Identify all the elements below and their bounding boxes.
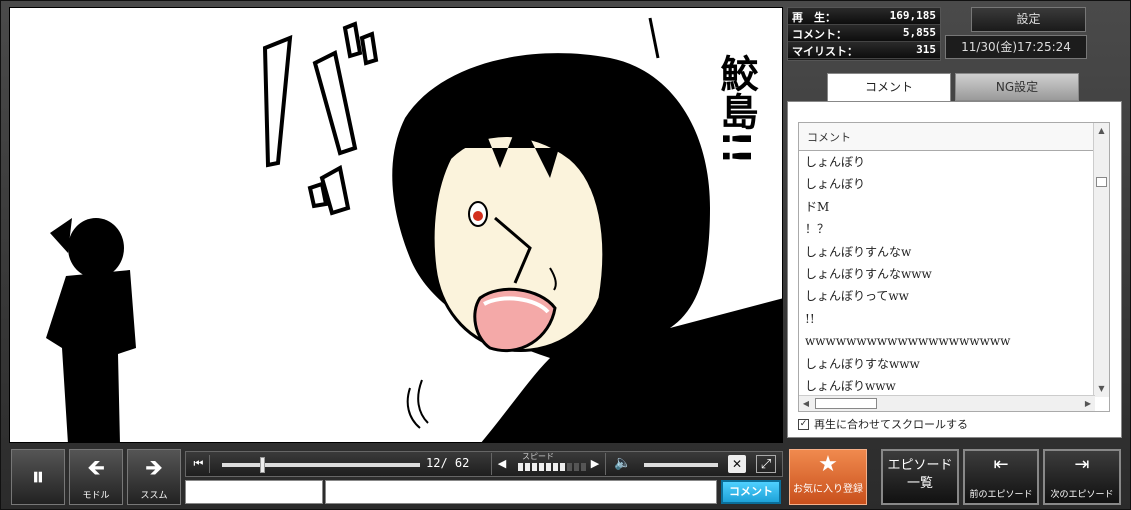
speed-bar (581, 463, 586, 471)
speed-bar (546, 463, 551, 471)
episode-list-label-2: 一覧 (906, 476, 933, 491)
comments-row: コメント： 5,855 (788, 25, 940, 42)
sync-scroll-checkbox[interactable]: ✓ (798, 418, 809, 430)
volume-slider[interactable] (644, 463, 718, 467)
comment-list-item[interactable]: しょんぼりってww (799, 285, 1095, 307)
speed-bar (560, 463, 565, 471)
previous-episode-label: 前のエピソード (969, 490, 1033, 500)
comment-list-item[interactable]: しょんぼりすんなwww (799, 263, 1095, 285)
pause-button[interactable]: ⏸ (11, 449, 65, 505)
comment-list-item[interactable]: しょんぼりすんなw (799, 241, 1095, 263)
comment-input[interactable] (325, 480, 717, 504)
arrow-right-icon: 🡺 (145, 456, 163, 481)
views-row: 再 生： 169,185 (788, 8, 940, 25)
views-label: 再 生： (792, 11, 836, 24)
back-label: モドル (82, 491, 110, 501)
seek-row: ⏮ 12/ 62 スピード ◀ ▶ 🔈 ✕ ⤢ (185, 451, 783, 477)
speed-bar (539, 463, 544, 471)
next-episode-button[interactable]: ⇥ 次のエピソード (1043, 449, 1121, 505)
comment-list-item[interactable]: ！？ (799, 218, 1095, 240)
comment-list-item[interactable]: しょんぼり (799, 173, 1095, 195)
settings-button[interactable]: 設定 (971, 7, 1086, 32)
seek-thumb[interactable] (260, 457, 266, 473)
mylist-value: 315 (916, 43, 936, 56)
vertical-scroll-thumb[interactable] (1096, 177, 1107, 187)
speed-bar (532, 463, 537, 471)
comment-input-row: コメント (185, 480, 783, 505)
manga-frame-illustration (46, 17, 782, 442)
speed-increase-icon[interactable]: ▶ (588, 456, 602, 472)
comments-label: コメント： (792, 28, 847, 41)
scroll-down-icon[interactable]: ▼ (1094, 381, 1109, 397)
sync-scroll-label: 再生に合わせてスクロールする (814, 418, 968, 431)
video-screen[interactable]: 鮫島!! (9, 7, 783, 443)
episode-list-label-1: エピソード (887, 458, 953, 473)
arrow-left-icon: 🡸 (87, 456, 105, 481)
video-player: 鮫島!! 再 生： 169,185 コメント： 5,855 マイリスト： 315… (0, 0, 1131, 510)
comment-list-item[interactable]: しょんぼり (799, 151, 1095, 173)
previous-episode-icon: ⇤ (993, 454, 1009, 475)
seekbar-area: ⏮ 12/ 62 スピード ◀ ▶ 🔈 ✕ ⤢ コメント (185, 451, 783, 505)
favorite-label: お気に入り登録 (793, 484, 863, 495)
favorite-button[interactable]: ★ お気に入り登録 (789, 449, 867, 505)
stats-panel: 再 生： 169,185 コメント： 5,855 マイリスト： 315 (787, 7, 941, 61)
fullscreen-icon[interactable]: ⤢ (756, 455, 776, 473)
datetime-display: 11/30(金)17:25:24 (945, 35, 1087, 59)
previous-episode-button[interactable]: ⇤ 前のエピソード (963, 449, 1039, 505)
star-icon: ★ (818, 452, 838, 477)
next-episode-label: 次のエピソード (1050, 490, 1114, 500)
mute-icon[interactable]: ✕ (728, 455, 746, 473)
horizontal-scroll-thumb[interactable] (815, 398, 877, 409)
speed-bar (518, 463, 523, 471)
speed-bar (553, 463, 558, 471)
silhouette-figure (46, 218, 136, 442)
comment-list-item[interactable]: ドM (799, 196, 1095, 218)
views-value: 169,185 (889, 9, 936, 22)
scroll-up-icon[interactable]: ▲ (1094, 123, 1109, 139)
comment-list-item[interactable]: wwwwwwwwwwwwwwwwwwww (799, 330, 1095, 352)
character-name: 鮫島 (714, 54, 758, 130)
vertical-name-text: 鮫島!! (708, 54, 758, 165)
speed-bar (574, 463, 579, 471)
mylist-row: マイリスト： 315 (788, 42, 940, 59)
speed-bar (525, 463, 530, 471)
comment-list-item[interactable]: しょんぼりすなwww (799, 353, 1095, 375)
tab-ng-settings[interactable]: NG設定 (955, 73, 1079, 101)
vertical-scrollbar[interactable]: ▲ ▼ (1093, 123, 1109, 397)
comments-value: 5,855 (902, 26, 936, 39)
speed-label: スピード (522, 452, 554, 461)
comment-list-item[interactable]: しょんぼりwww (799, 375, 1095, 397)
tab-comment[interactable]: コメント (827, 73, 951, 101)
speed-decrease-icon[interactable]: ◀ (495, 456, 509, 472)
command-input[interactable] (185, 480, 323, 504)
speed-level-bars (518, 463, 586, 471)
comment-submit-button[interactable]: コメント (721, 480, 781, 504)
comment-list[interactable]: コメント しょんぼり しょんぼり ドM！？ しょんぼりすんなw しょんぼりすんなwww し… (798, 122, 1110, 412)
speed-bar (567, 463, 572, 471)
forward-label: ススム (140, 491, 168, 501)
comment-panel: コメント しょんぼり しょんぼり ドM！？ しょんぼりすんなw しょんぼりすんなwww し… (787, 101, 1122, 438)
scroll-left-icon[interactable]: ◀ (799, 396, 813, 411)
pause-icon: ⏸ (31, 462, 45, 492)
mylist-label: マイリスト： (792, 45, 858, 58)
speed-control: スピード ◀ ▶ (491, 452, 606, 475)
comment-list-header[interactable]: コメント (799, 123, 1095, 151)
seek-track[interactable] (222, 463, 420, 467)
sync-scroll-option[interactable]: ✓ 再生に合わせてスクロールする (798, 416, 968, 432)
forward-button[interactable]: 🡺 ススム (127, 449, 181, 505)
volume-icon[interactable]: 🔈 (614, 455, 631, 471)
scroll-right-icon[interactable]: ▶ (1081, 396, 1095, 411)
episode-list-button[interactable]: エピソード 一覧 (881, 449, 959, 505)
exclaim-text: !! (714, 130, 758, 165)
next-episode-icon: ⇥ (1074, 454, 1090, 475)
comment-list-item[interactable]: !! (799, 308, 1095, 330)
seek-start-icon[interactable]: ⏮ (188, 455, 210, 473)
panel-tabs: コメント NG設定 (827, 73, 1083, 101)
comment-items: しょんぼり しょんぼり ドM！？ しょんぼりすんなw しょんぼりすんなwww しょんぼりっ… (799, 151, 1109, 397)
back-button[interactable]: 🡸 モドル (69, 449, 123, 505)
page-counter: 12/ 62 (426, 456, 470, 470)
horizontal-scrollbar[interactable]: ◀ ▶ (799, 395, 1095, 411)
sfx-strokes (262, 21, 379, 216)
